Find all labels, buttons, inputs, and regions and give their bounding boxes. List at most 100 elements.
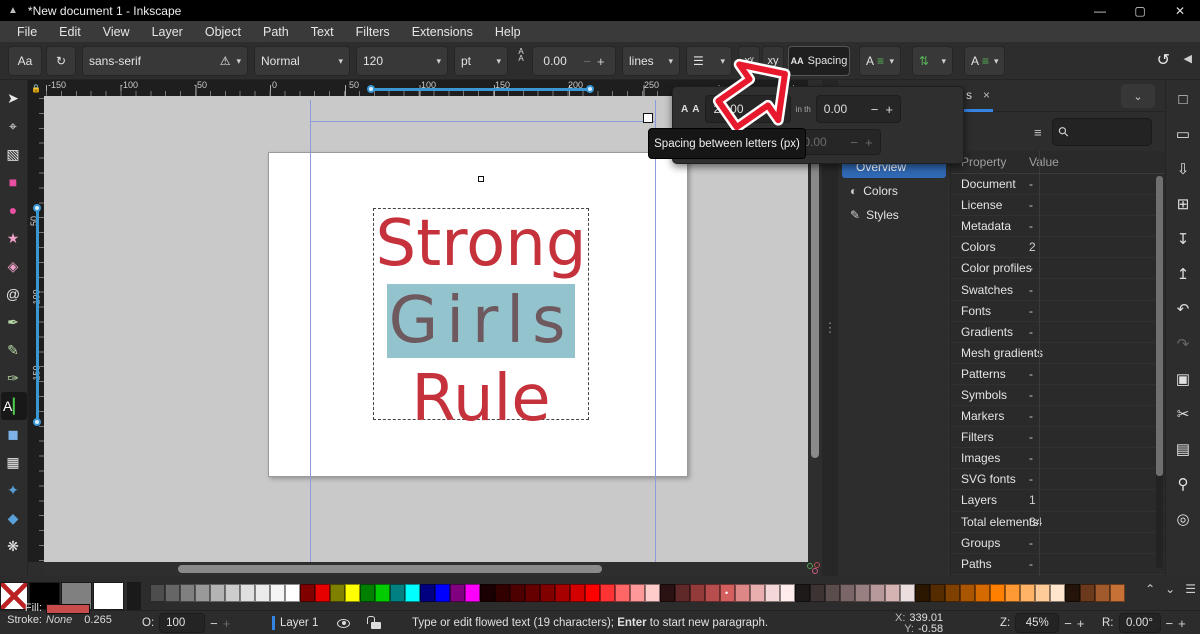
tool-button[interactable]: ▦ bbox=[1, 448, 27, 476]
font-collections-button[interactable]: Aa bbox=[8, 46, 42, 76]
palette-swatch[interactable] bbox=[600, 584, 615, 602]
resources-nav-item[interactable]: ✎ Styles bbox=[842, 203, 946, 226]
restore-button[interactable]: ▢ bbox=[1120, 0, 1160, 21]
scrollbar-thumb[interactable] bbox=[1156, 176, 1163, 476]
menu-item[interactable]: View bbox=[92, 21, 141, 42]
palette-swatch[interactable] bbox=[165, 584, 180, 602]
palette-swatch[interactable] bbox=[750, 584, 765, 602]
palette-swatch[interactable] bbox=[195, 584, 210, 602]
palette-swatch[interactable] bbox=[990, 584, 1005, 602]
reset-toolbar-icon[interactable]: ↺ bbox=[1157, 50, 1170, 70]
text-anchor-handle[interactable] bbox=[478, 176, 484, 182]
command-button[interactable]: ⚲ bbox=[1170, 471, 1196, 497]
tool-button[interactable]: ● bbox=[1, 196, 27, 224]
fill-stroke-indicator[interactable]: Fill: Stroke: None 0.265 bbox=[4, 603, 134, 627]
palette-swatch[interactable] bbox=[225, 584, 240, 602]
palette-menu-icon[interactable]: ☰ bbox=[1185, 582, 1196, 596]
plus-button[interactable]: + bbox=[1077, 616, 1085, 631]
scrollbar-thumb[interactable] bbox=[178, 565, 602, 573]
resources-nav-item[interactable]: ◐ Colors bbox=[842, 179, 946, 202]
writing-mode-dropdown[interactable]: A≡ ▾ bbox=[859, 46, 901, 76]
current-layer-label[interactable]: Layer 1 bbox=[280, 617, 318, 629]
menu-item[interactable]: Help bbox=[484, 21, 532, 42]
palette-swatch[interactable] bbox=[585, 584, 600, 602]
palette-swatch[interactable] bbox=[330, 584, 345, 602]
refresh-fonts-button[interactable]: ↻ bbox=[46, 46, 76, 76]
tool-button[interactable]: ✦ bbox=[1, 476, 27, 504]
command-button[interactable]: □ bbox=[1170, 86, 1196, 112]
palette-swatch[interactable] bbox=[915, 584, 930, 602]
tool-button[interactable]: ⌖ bbox=[1, 112, 27, 140]
tool-button[interactable]: A▏ bbox=[1, 392, 27, 420]
palette-swatch[interactable] bbox=[360, 584, 375, 602]
palette-swatch[interactable] bbox=[645, 584, 660, 602]
palette-swatch[interactable] bbox=[240, 584, 255, 602]
minimize-button[interactable]: — bbox=[1080, 0, 1120, 21]
palette-swatch[interactable] bbox=[435, 584, 450, 602]
table-row[interactable]: Swatches - bbox=[951, 279, 1165, 300]
palette-swatch[interactable] bbox=[150, 584, 165, 602]
palette-swatch[interactable] bbox=[975, 584, 990, 602]
table-row[interactable]: Gradients - bbox=[951, 322, 1165, 343]
table-row[interactable]: Color profiles - bbox=[951, 258, 1165, 279]
line-height-unit-combo[interactable]: lines ▾ bbox=[622, 46, 680, 76]
palette-swatch[interactable] bbox=[705, 584, 720, 602]
palette-swatch[interactable] bbox=[735, 584, 750, 602]
canvas[interactable]: Strong Girls Rule bbox=[44, 96, 808, 562]
plus-button[interactable]: + bbox=[597, 54, 605, 69]
guide-line-vertical-right[interactable] bbox=[655, 100, 656, 562]
table-row[interactable]: Colors 2 bbox=[951, 237, 1165, 258]
close-button[interactable]: ✕ bbox=[1160, 0, 1200, 21]
command-button[interactable]: ↷ bbox=[1170, 331, 1196, 357]
palette-swatch[interactable] bbox=[795, 584, 810, 602]
menu-item[interactable]: File bbox=[6, 21, 48, 42]
command-button[interactable]: ↧ bbox=[1170, 226, 1196, 252]
tool-button[interactable]: ★ bbox=[1, 224, 27, 252]
palette-swatch[interactable] bbox=[690, 584, 705, 602]
palette-swatch[interactable] bbox=[660, 584, 675, 602]
subscript-button[interactable]: xy bbox=[762, 46, 784, 76]
command-button[interactable]: ▣ bbox=[1170, 366, 1196, 392]
palette-swatch[interactable] bbox=[540, 584, 555, 602]
table-row[interactable]: Metadata - bbox=[951, 216, 1165, 237]
table-row[interactable]: Filters - bbox=[951, 427, 1165, 448]
text-orientation-dropdown[interactable]: ⇅ ▾ bbox=[912, 46, 953, 76]
palette-swatch[interactable] bbox=[870, 584, 885, 602]
palette-swatch[interactable] bbox=[300, 584, 315, 602]
menu-item[interactable]: Layer bbox=[141, 21, 194, 42]
flow-frame-handle[interactable] bbox=[643, 113, 653, 123]
zoom-field[interactable]: 45% bbox=[1015, 613, 1059, 633]
tool-button[interactable]: @ bbox=[1, 280, 27, 308]
palette-swatch[interactable] bbox=[1035, 584, 1050, 602]
tool-button[interactable]: ❋ bbox=[1, 532, 27, 560]
minus-button[interactable]: − bbox=[1166, 616, 1174, 631]
palette-scroll-up-icon[interactable]: ⌃ bbox=[1145, 582, 1155, 596]
menu-item[interactable]: Filters bbox=[345, 21, 401, 42]
palette-swatch[interactable] bbox=[555, 584, 570, 602]
tool-button[interactable]: ✎ bbox=[1, 336, 27, 364]
alignment-dropdown[interactable]: ☰ ▾ bbox=[686, 46, 732, 76]
table-row[interactable]: Images - bbox=[951, 448, 1165, 469]
palette-swatch[interactable] bbox=[1080, 584, 1095, 602]
table-row[interactable]: Markers - bbox=[951, 406, 1165, 427]
horizontal-scrollbar[interactable] bbox=[44, 562, 808, 576]
plus-button[interactable]: + bbox=[223, 616, 231, 631]
menu-item[interactable]: Path bbox=[252, 21, 300, 42]
palette-swatch[interactable] bbox=[825, 584, 840, 602]
size-unit-combo[interactable]: pt ▾ bbox=[454, 46, 508, 76]
palette-swatch[interactable] bbox=[615, 584, 630, 602]
tool-button[interactable]: ◼ bbox=[1, 420, 27, 448]
palette-swatch[interactable] bbox=[855, 584, 870, 602]
menu-item[interactable]: Edit bbox=[48, 21, 92, 42]
font-size-combo[interactable]: 120 ▾ bbox=[356, 46, 448, 76]
color-managed-view-icon[interactable] bbox=[806, 561, 822, 577]
palette-scroll-down-icon[interactable]: ⌄ bbox=[1165, 582, 1175, 596]
palette-swatch[interactable] bbox=[525, 584, 540, 602]
command-button[interactable]: ⊞ bbox=[1170, 191, 1196, 217]
dock-tab-close-icon[interactable]: × bbox=[983, 88, 990, 102]
palette-swatch[interactable] bbox=[765, 584, 780, 602]
table-row[interactable]: Total elements 34 bbox=[951, 512, 1165, 533]
minus-button[interactable]: − bbox=[1064, 616, 1072, 631]
search-input[interactable]: ⚲ bbox=[1052, 118, 1152, 146]
table-row[interactable]: Fonts - bbox=[951, 301, 1165, 322]
